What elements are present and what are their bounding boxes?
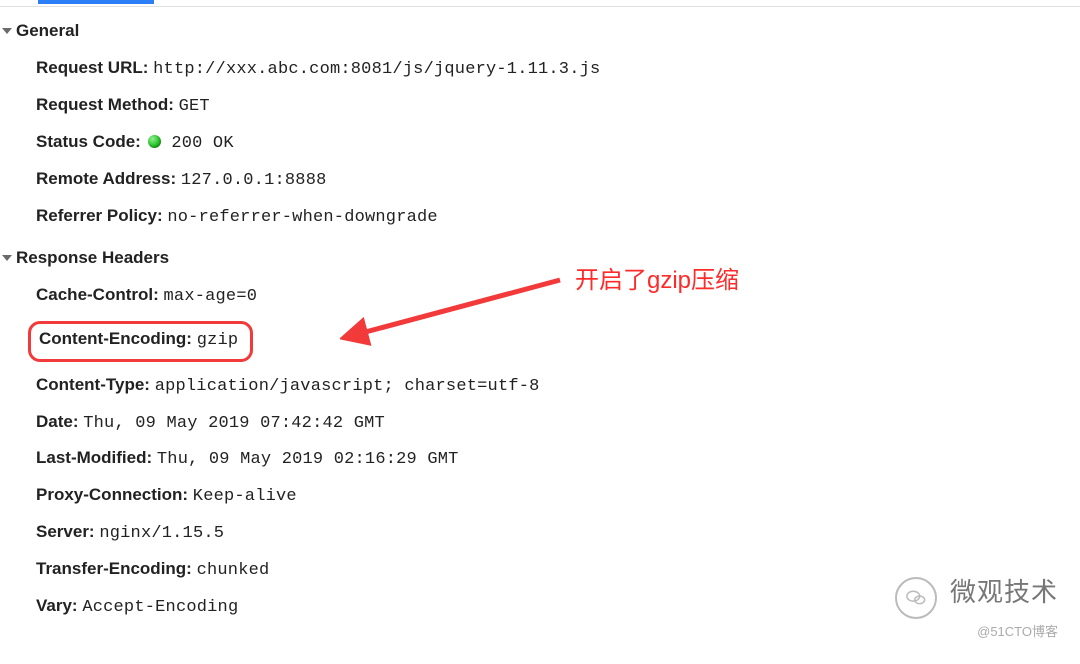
status-ok-icon [148, 135, 161, 148]
request-url-value: http://xxx.abc.com:8081/js/jquery-1.11.3… [153, 60, 600, 79]
request-url-row: Request URL: http://xxx.abc.com:8081/js/… [36, 57, 1080, 82]
disclosure-triangle-icon [2, 255, 12, 261]
vary-value: Accept-Encoding [82, 598, 238, 617]
active-tab-indicator [38, 0, 154, 4]
proxy-connection-row: Proxy-Connection: Keep-alive [36, 484, 1080, 509]
highlight-content-encoding: Content-Encoding: gzip [28, 321, 253, 362]
content-type-label: Content-Type: [36, 375, 150, 394]
response-headers-title: Response Headers [16, 248, 169, 268]
remote-address-value: 127.0.0.1:8888 [181, 171, 327, 190]
date-row: Date: Thu, 09 May 2019 07:42:42 GMT [36, 411, 1080, 436]
remote-address-row: Remote Address: 127.0.0.1:8888 [36, 168, 1080, 193]
server-label: Server: [36, 522, 95, 541]
proxy-connection-value: Keep-alive [193, 487, 297, 506]
cache-control-row: Cache-Control: max-age=0 [36, 284, 1080, 309]
transfer-encoding-label: Transfer-Encoding: [36, 559, 192, 578]
status-code-row: Status Code: 200 OK [36, 131, 1080, 156]
request-method-row: Request Method: GET [36, 94, 1080, 119]
request-method-value: GET [179, 97, 210, 116]
content-type-value: application/javascript; charset=utf-8 [155, 377, 540, 396]
last-modified-label: Last-Modified: [36, 448, 152, 467]
proxy-connection-label: Proxy-Connection: [36, 485, 188, 504]
transfer-encoding-value: chunked [197, 561, 270, 580]
referrer-policy-label: Referrer Policy: [36, 206, 163, 225]
remote-address-label: Remote Address: [36, 169, 176, 188]
response-headers-section: Response Headers Cache-Control: max-age=… [0, 242, 1080, 620]
last-modified-value: Thu, 09 May 2019 02:16:29 GMT [157, 450, 459, 469]
referrer-policy-value: no-referrer-when-downgrade [167, 208, 437, 227]
watermark-main: 微观技术 [950, 577, 1058, 607]
cache-control-label: Cache-Control: [36, 285, 159, 304]
annotation-text: 开启了gzip压缩 [575, 260, 739, 295]
cache-control-value: max-age=0 [164, 287, 258, 306]
date-label: Date: [36, 412, 79, 431]
disclosure-triangle-icon [2, 28, 12, 34]
request-method-label: Request Method: [36, 95, 174, 114]
status-code-label: Status Code: [36, 132, 141, 151]
content-encoding-row: Content-Encoding: gzip [36, 321, 1080, 362]
headers-pane: General Request URL: http://xxx.abc.com:… [0, 6, 1080, 664]
watermark: 微观技术 @51CTO博客 [895, 572, 1058, 640]
watermark-sub: @51CTO博客 [895, 621, 1058, 640]
general-title: General [16, 21, 79, 41]
request-url-label: Request URL: [36, 58, 148, 77]
last-modified-row: Last-Modified: Thu, 09 May 2019 02:16:29… [36, 447, 1080, 472]
response-headers-header[interactable]: Response Headers [0, 242, 1080, 274]
response-headers-items: Cache-Control: max-age=0 Content-Encodin… [0, 284, 1080, 620]
vary-label: Vary: [36, 596, 78, 615]
status-code-value: 200 OK [171, 134, 233, 153]
watermark-wechat-icon [895, 577, 937, 619]
server-row: Server: nginx/1.15.5 [36, 521, 1080, 546]
date-value: Thu, 09 May 2019 07:42:42 GMT [83, 414, 385, 433]
content-encoding-value: gzip [197, 331, 239, 350]
referrer-policy-row: Referrer Policy: no-referrer-when-downgr… [36, 205, 1080, 230]
content-encoding-label: Content-Encoding: [39, 329, 192, 348]
general-items: Request URL: http://xxx.abc.com:8081/js/… [0, 57, 1080, 230]
general-section-header[interactable]: General [0, 15, 1080, 47]
content-type-row: Content-Type: application/javascript; ch… [36, 374, 1080, 399]
general-section: General Request URL: http://xxx.abc.com:… [0, 15, 1080, 230]
server-value: nginx/1.15.5 [99, 524, 224, 543]
